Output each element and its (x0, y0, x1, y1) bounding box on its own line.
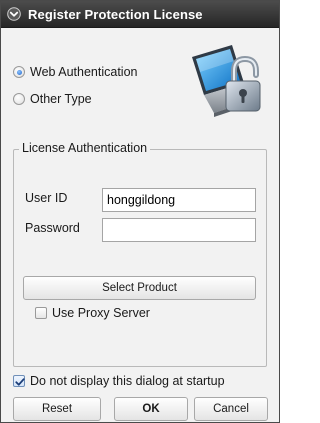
cancel-button[interactable]: Cancel (194, 397, 268, 421)
password-label: Password (25, 221, 80, 235)
password-input[interactable] (102, 218, 256, 242)
radio-button-unchecked[interactable] (13, 93, 25, 105)
dialog-title: Register Protection License (28, 6, 203, 22)
ok-button[interactable]: OK (114, 397, 188, 421)
chevron-down-circle-icon[interactable] (6, 6, 22, 22)
user-id-input[interactable] (102, 188, 256, 212)
do-not-display-label: Do not display this dialog at startup (30, 374, 225, 388)
user-id-label: User ID (25, 191, 68, 205)
license-authentication-group (13, 149, 267, 367)
license-authentication-legend: License Authentication (19, 141, 151, 155)
radio-web-authentication[interactable]: Web Authentication (13, 65, 137, 79)
radio-other-type[interactable]: Other Type (13, 92, 92, 106)
use-proxy-server-checkbox-row[interactable]: Use Proxy Server (35, 306, 150, 320)
radio-label-web-authentication: Web Authentication (30, 65, 138, 79)
do-not-display-checkbox[interactable] (13, 375, 25, 387)
radio-button-checked[interactable] (13, 66, 25, 78)
select-product-button[interactable]: Select Product (23, 276, 256, 300)
checkmark-icon (15, 378, 25, 386)
register-license-dialog: Register Protection License Web Authenti… (0, 0, 280, 423)
title-bar[interactable]: Register Protection License (1, 1, 279, 28)
use-proxy-server-label: Use Proxy Server (52, 306, 150, 320)
radio-label-other-type: Other Type (30, 92, 92, 106)
do-not-display-checkbox-row[interactable]: Do not display this dialog at startup (13, 374, 225, 388)
reset-button[interactable]: Reset (13, 397, 101, 421)
laptop-padlock-icon (186, 39, 270, 123)
use-proxy-server-checkbox[interactable] (35, 307, 47, 319)
